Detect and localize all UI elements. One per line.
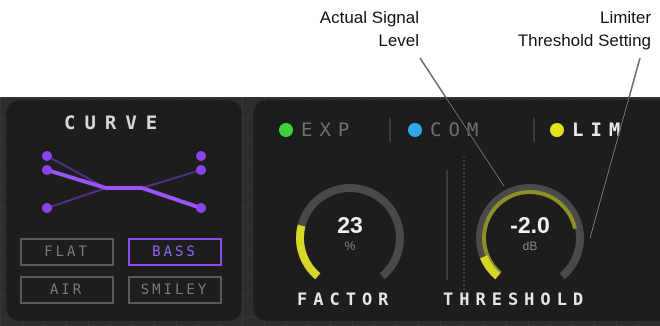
factor-unit: % [344, 239, 356, 253]
preset-air-button[interactable]: AIR [20, 276, 114, 304]
curve-node-1[interactable] [42, 151, 52, 161]
threshold-knob[interactable]: -2.0 dB [470, 180, 590, 300]
preset-bass-button[interactable]: BASS [128, 238, 222, 266]
lim-indicator-icon [550, 123, 564, 137]
dynamics-panel: EXP COM LIM 23 % -2.0 dB FACTOR THRESHOL… [253, 100, 660, 321]
mode-lim-label: LIM [572, 119, 628, 141]
threshold-unit: dB [522, 239, 538, 253]
preset-flat-button[interactable]: FLAT [20, 238, 114, 266]
mode-divider [533, 118, 535, 142]
mode-divider [389, 118, 391, 142]
threshold-value: -2.0 [510, 212, 550, 238]
curve-graph-icon [42, 151, 206, 213]
exp-indicator-icon [279, 123, 293, 137]
preset-smiley-button[interactable]: SMILEY [128, 276, 222, 304]
com-indicator-icon [408, 123, 422, 137]
curve-node-4[interactable] [196, 151, 206, 161]
callout-threshold-line2: Threshold Setting [517, 31, 651, 50]
curve-panel: CURVE FLAT BASS AIR SMILEY [6, 100, 242, 321]
callout-signal-level: Actual Signal Level [285, 6, 419, 52]
mode-com-label: COM [430, 119, 486, 141]
mode-exp-label: EXP [301, 119, 357, 141]
curve-node-5[interactable] [196, 165, 206, 175]
meter-guide [463, 156, 465, 306]
factor-label: FACTOR [297, 290, 395, 310]
callout-signal-line2: Level [378, 31, 419, 50]
knob-divider [446, 170, 448, 280]
curve-node-3[interactable] [42, 203, 52, 213]
callout-threshold-setting: Limiter Threshold Setting [470, 6, 651, 52]
mode-lim-button[interactable]: LIM [550, 118, 627, 142]
plugin-window: CURVE FLAT BASS AIR SMILEY EXP COM LIM 2… [0, 97, 660, 326]
curve-node-2[interactable] [42, 165, 52, 175]
threshold-label: THRESHOLD [443, 290, 590, 310]
mode-exp-button[interactable]: EXP [279, 118, 356, 142]
factor-value: 23 [337, 212, 363, 238]
callout-threshold-line1: Limiter [599, 8, 651, 27]
factor-knob[interactable]: 23 % [290, 180, 410, 300]
mode-com-button[interactable]: COM [408, 118, 485, 142]
curve-title: CURVE [64, 112, 167, 134]
callout-signal-line1: Actual Signal [319, 8, 419, 27]
curve-node-6[interactable] [196, 203, 206, 213]
